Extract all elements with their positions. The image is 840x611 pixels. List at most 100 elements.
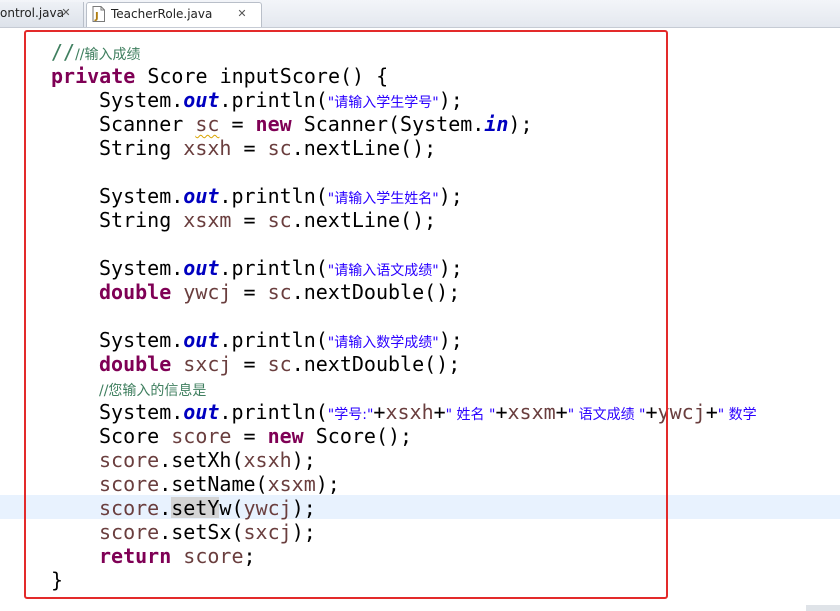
code-line-14: double sxcj = sc.nextDouble(); xyxy=(99,352,460,376)
code-line-7: System.out.println("请输入学生姓名"); xyxy=(99,184,463,208)
tab-teacherrole-java[interactable]: J TeacherRole.java ✕ xyxy=(86,2,262,27)
code-text: .println( xyxy=(219,184,328,208)
code-text: ; xyxy=(243,544,256,568)
code-line-4: Scanner sc = new Scanner(System.in); xyxy=(99,112,533,136)
variable: score xyxy=(99,448,160,472)
code-line-2: private Score inputScore() { xyxy=(51,64,388,88)
horizontal-scrollbar[interactable] xyxy=(806,605,840,611)
code-text: = xyxy=(231,136,268,160)
code-text: System. xyxy=(99,256,184,280)
code-text: .nextDouble(); xyxy=(291,280,461,304)
code-text: Scanner(System. xyxy=(291,112,485,136)
variable: score xyxy=(183,544,244,568)
code-text: = xyxy=(219,112,256,136)
code-line-8: String xsxm = sc.nextLine(); xyxy=(99,208,436,232)
code-text: = xyxy=(231,280,268,304)
variable: xsxm xyxy=(267,472,316,496)
code-text: + xyxy=(645,400,658,424)
static-field: out xyxy=(183,400,220,424)
code-text: = xyxy=(231,352,268,376)
variable: xsxm xyxy=(183,208,232,232)
code-text: = xyxy=(231,424,268,448)
string-literal: " 数学 xyxy=(717,407,757,423)
code-text: Score xyxy=(99,424,172,448)
code-text: System. xyxy=(99,328,184,352)
code-text: + xyxy=(555,400,568,424)
variable: sc xyxy=(267,208,292,232)
code-line-18: score.setXh(xsxh); xyxy=(99,448,316,472)
keyword-new: new xyxy=(267,424,304,448)
code-line-3: System.out.println("请输入学生学号"); xyxy=(99,88,463,112)
svg-text:J: J xyxy=(94,11,99,22)
method-setyw-selected[interactable]: setYw xyxy=(171,496,231,520)
code-text: . xyxy=(159,496,172,520)
keyword-new: new xyxy=(255,112,292,136)
code-text: ); xyxy=(315,472,340,496)
code-text: .setSx( xyxy=(159,520,244,544)
code-line-21: score.setSx(sxcj); xyxy=(99,520,316,544)
code-text: String xyxy=(99,136,184,160)
code-line-16: System.out.println("学号:"+xsxh+" 姓名 "+xsx… xyxy=(99,400,757,424)
variable: xsxh xyxy=(243,448,292,472)
tab-control-java[interactable]: ontrol.java ✕ xyxy=(0,2,84,27)
code-text: + xyxy=(705,400,718,424)
code-editor[interactable]: ////输入成绩 private Score inputScore() { Sy… xyxy=(0,28,840,611)
string-literal: "请输入学生姓名" xyxy=(327,191,439,207)
code-text: .println( xyxy=(219,328,328,352)
code-line-23: } xyxy=(51,568,63,592)
code-line-22: return score; xyxy=(99,544,256,568)
variable: ywcj xyxy=(657,400,706,424)
variable: sc xyxy=(267,136,292,160)
comment: //您输入的信息是 xyxy=(99,383,207,399)
code-text: .println( xyxy=(219,400,328,424)
code-text: ); xyxy=(508,112,533,136)
tab-label: ontrol.java xyxy=(0,6,64,20)
static-field: out xyxy=(183,256,220,280)
keyword-private: private xyxy=(51,64,136,88)
code-text: ); xyxy=(438,328,463,352)
closing-brace: } xyxy=(51,568,64,592)
code-line-10: System.out.println("请输入语文成绩"); xyxy=(99,256,463,280)
code-line-20: score.setYw(ywcj); xyxy=(99,496,316,520)
string-literal: "学号:" xyxy=(327,407,374,423)
keyword-double: double xyxy=(99,280,172,304)
code-text: ); xyxy=(291,520,316,544)
code-text: .println( xyxy=(219,88,328,112)
variable: sxcj xyxy=(183,352,232,376)
static-field: in xyxy=(484,112,509,136)
close-icon[interactable]: ✕ xyxy=(60,7,72,19)
variable: score xyxy=(171,424,232,448)
code-text: ); xyxy=(438,256,463,280)
code-text: + xyxy=(495,400,508,424)
code-line-15: //您输入的信息是 xyxy=(99,376,206,400)
close-icon[interactable]: ✕ xyxy=(236,8,248,20)
code-text: System. xyxy=(99,400,184,424)
code-line-11: double ywcj = sc.nextDouble(); xyxy=(99,280,460,304)
variable: xsxm xyxy=(507,400,556,424)
variable: ywcj xyxy=(183,280,232,304)
variable: sxcj xyxy=(243,520,292,544)
variable: xsxh xyxy=(183,136,232,160)
code-text: .nextDouble(); xyxy=(291,352,461,376)
ide-window: ontrol.java ✕ J TeacherRole.java ✕ ////输… xyxy=(0,0,840,611)
editor-tab-bar: ontrol.java ✕ J TeacherRole.java ✕ xyxy=(0,0,840,28)
static-field: out xyxy=(183,328,220,352)
variable: score xyxy=(99,472,160,496)
code-line-19: score.setName(xsxm); xyxy=(99,472,340,496)
variable: sc xyxy=(267,280,292,304)
code-line-5: String xsxh = sc.nextLine(); xyxy=(99,136,436,160)
code-text: .setName( xyxy=(159,472,268,496)
variable: ywcj xyxy=(243,496,292,520)
tab-label: TeacherRole.java xyxy=(111,7,213,21)
code-text: ); xyxy=(438,88,463,112)
variable-sc-warning[interactable]: sc xyxy=(195,112,219,136)
code-text: + xyxy=(373,400,386,424)
code-line-1: ////输入成绩 xyxy=(51,40,141,64)
code-line-17: Score score = new Score(); xyxy=(99,424,412,448)
keyword-double: double xyxy=(99,352,172,376)
code-line-13: System.out.println("请输入数学成绩"); xyxy=(99,328,463,352)
code-text: System. xyxy=(99,88,184,112)
